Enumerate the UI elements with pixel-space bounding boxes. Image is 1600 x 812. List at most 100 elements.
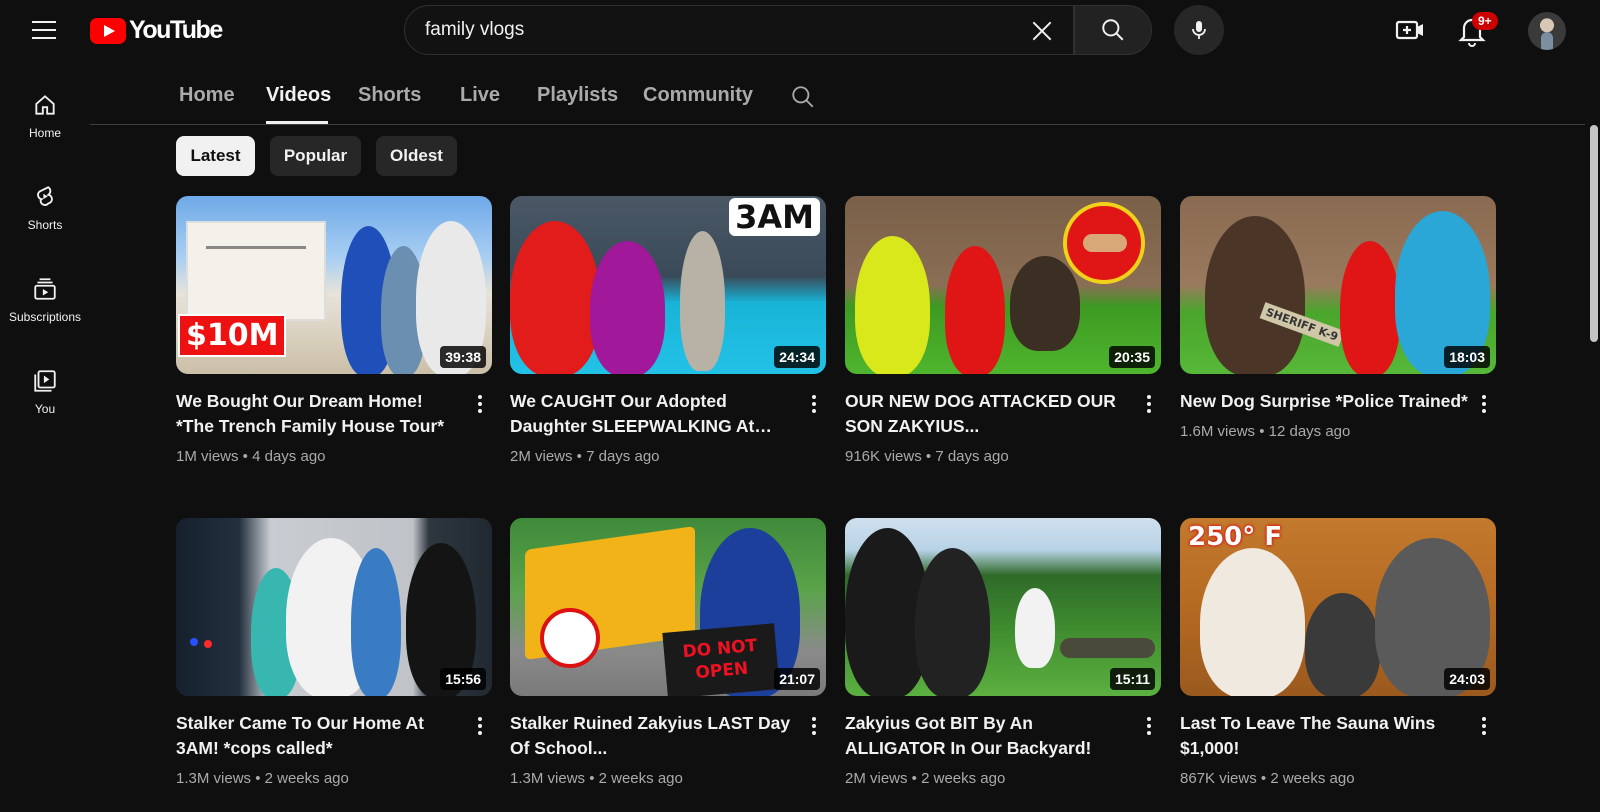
video-meta: 2M views • 7 days ago [510,448,660,465]
youtube-logo[interactable]: YouTube [90,16,223,45]
view-count: 867K views [1180,770,1257,787]
video-title[interactable]: New Dog Surprise *Police Trained* [1180,389,1468,414]
scrollbar-thumb[interactable] [1590,125,1598,342]
video-card[interactable]: 250° F 24:03 Last To Leave The Sauna Win… [1180,518,1496,787]
sidebar-item-subscriptions[interactable]: Subscriptions [0,264,90,356]
search-box [404,5,1074,55]
thumbnail-text: DO NOT OPEN [662,623,780,696]
tab-community[interactable]: Community [643,84,753,107]
tab-playlists[interactable]: Playlists [537,84,618,107]
sidebar-item-label: You [34,402,56,416]
video-duration: 18:03 [1444,346,1490,368]
chip-oldest[interactable]: Oldest [376,136,457,176]
video-meta: 867K views • 2 weeks ago [1180,770,1355,787]
video-title[interactable]: Zakyius Got BIT By An ALLIGATOR In Our B… [845,711,1133,761]
view-count: 1.3M views [510,770,586,787]
upload-age: 12 days ago [1268,423,1351,440]
video-title[interactable]: Last To Leave The Sauna Wins $1,000! [1180,711,1468,761]
logo-text: YouTube [129,16,223,44]
subscriptions-icon [34,278,56,300]
video-card[interactable]: SHERIFF K-9 18:03 New Dog Surprise *Poli… [1180,196,1496,440]
video-card[interactable]: 15:56 Stalker Came To Our Home At 3AM! *… [176,518,492,787]
voice-search-button[interactable] [1174,5,1224,55]
view-count: 2M views [845,770,908,787]
upload-age: 4 days ago [252,448,326,465]
sidebar-item-label: Home [28,126,61,140]
upload-age: 2 weeks ago [921,770,1006,787]
video-card[interactable]: 15:11 Zakyius Got BIT By An ALLIGATOR In… [845,518,1161,787]
sidebar-item-you[interactable]: You [0,356,90,448]
video-thumbnail[interactable]: 250° F 24:03 [1180,518,1496,696]
youtube-play-icon [90,17,126,44]
user-avatar[interactable] [1528,12,1566,50]
more-options-icon[interactable] [1476,392,1492,416]
channel-search-icon[interactable] [790,84,816,110]
view-count: 1.6M views [1180,423,1256,440]
video-thumbnail[interactable]: 15:56 [176,518,492,696]
sidebar-item-shorts[interactable]: Shorts [0,172,90,264]
chip-latest[interactable]: Latest [176,136,255,176]
video-card[interactable]: $10M 39:38 We Bought Our Dream Home! *Th… [176,196,492,465]
sidebar: Home Shorts Subscriptions You [0,80,90,448]
clear-search-icon[interactable] [1029,18,1055,44]
search-button[interactable] [1074,5,1152,55]
view-count: 1M views [176,448,239,465]
more-options-icon[interactable] [1141,714,1157,738]
chip-popular[interactable]: Popular [270,136,361,176]
more-options-icon[interactable] [472,392,488,416]
more-options-icon[interactable] [806,714,822,738]
create-video-icon[interactable] [1394,14,1426,46]
video-thumbnail[interactable]: 15:11 [845,518,1161,696]
tab-live[interactable]: Live [460,84,500,107]
video-title[interactable]: Stalker Ruined Zakyius LAST Day Of Schoo… [510,711,798,761]
microphone-icon [1192,21,1206,39]
video-thumbnail[interactable]: 3AM 24:34 [510,196,826,374]
video-thumbnail[interactable]: $10M 39:38 [176,196,492,374]
upload-age: 7 days ago [586,448,660,465]
video-duration: 15:56 [440,668,486,690]
video-thumbnail[interactable]: SHERIFF K-9 18:03 [1180,196,1496,374]
view-count: 916K views [845,448,922,465]
upload-age: 2 weeks ago [598,770,683,787]
upload-age: 7 days ago [935,448,1009,465]
more-options-icon[interactable] [472,714,488,738]
video-meta: 1.3M views • 2 weeks ago [176,770,349,787]
active-tab-indicator [266,121,328,124]
hamburger-menu-icon[interactable] [28,14,60,46]
sidebar-item-label: Shorts [27,218,63,232]
video-thumbnail[interactable]: 20:35 [845,196,1161,374]
video-duration: 20:35 [1109,346,1155,368]
sidebar-item-label: Subscriptions [8,310,82,324]
video-title[interactable]: OUR NEW DOG ATTACKED OUR SON ZAKYIUS... [845,389,1133,439]
video-title[interactable]: We Bought Our Dream Home! *The Trench Fa… [176,389,464,439]
upload-age: 2 weeks ago [264,770,349,787]
tab-videos[interactable]: Videos [266,84,331,107]
view-count: 2M views [510,448,573,465]
video-meta: 1M views • 4 days ago [176,448,326,465]
search-input[interactable] [405,19,985,41]
video-meta: 1.6M views • 12 days ago [1180,423,1351,440]
more-options-icon[interactable] [806,392,822,416]
video-title[interactable]: We CAUGHT Our Adopted Daughter SLEEPWALK… [510,389,798,439]
video-title[interactable]: Stalker Came To Our Home At 3AM! *cops c… [176,711,464,761]
video-card[interactable]: 20:35 OUR NEW DOG ATTACKED OUR SON ZAKYI… [845,196,1161,465]
video-card[interactable]: DO NOT OPEN 21:07 Stalker Ruined Zakyius… [510,518,826,787]
more-options-icon[interactable] [1141,392,1157,416]
thumbnail-text: $10M [178,314,287,357]
thumbnail-text: 250° F [1188,522,1283,552]
tab-shorts[interactable]: Shorts [358,84,421,107]
view-count: 1.3M views [176,770,252,787]
more-options-icon[interactable] [1476,714,1492,738]
channel-tabs: Home Videos Shorts Live Playlists Commun… [90,60,1585,125]
video-duration: 24:03 [1444,668,1490,690]
tab-home[interactable]: Home [179,84,235,107]
video-duration: 21:07 [774,668,820,690]
you-icon [34,370,56,392]
upload-age: 2 weeks ago [1270,770,1355,787]
video-meta: 1.3M views • 2 weeks ago [510,770,683,787]
video-thumbnail[interactable]: DO NOT OPEN 21:07 [510,518,826,696]
video-card[interactable]: 3AM 24:34 We CAUGHT Our Adopted Daughter… [510,196,826,465]
sidebar-item-home[interactable]: Home [0,80,90,172]
video-duration: 24:34 [774,346,820,368]
video-meta: 916K views • 7 days ago [845,448,1009,465]
